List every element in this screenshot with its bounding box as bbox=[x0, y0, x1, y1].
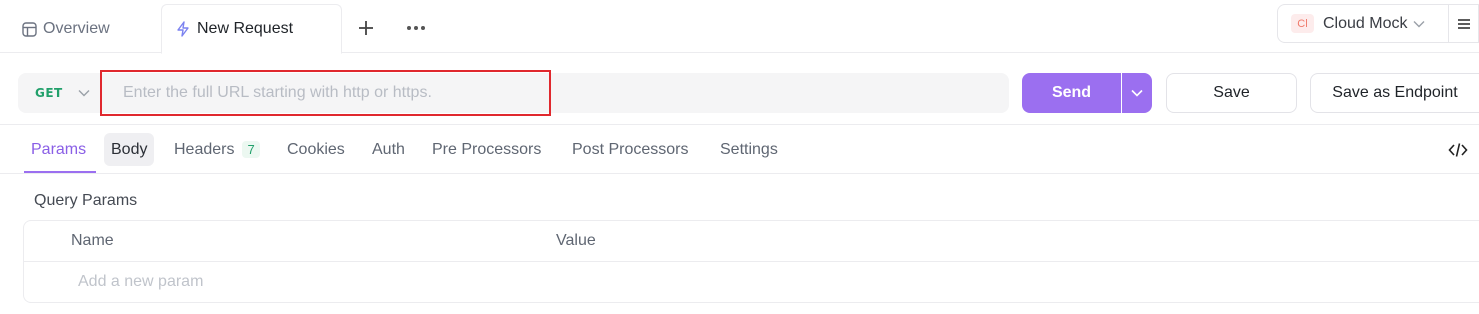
save-button[interactable]: Save bbox=[1166, 73, 1297, 113]
tab-auth[interactable]: Auth bbox=[365, 133, 412, 166]
plus-icon bbox=[359, 21, 373, 35]
tab-headers-label: Headers bbox=[174, 140, 235, 158]
code-icon bbox=[1448, 143, 1468, 157]
tab-body[interactable]: Body bbox=[104, 133, 155, 166]
tab-settings[interactable]: Settings bbox=[713, 133, 785, 166]
chevron-down-icon bbox=[1131, 89, 1143, 97]
request-url-bar: GET Send Save Save as Endpoint bbox=[0, 53, 1479, 125]
send-button[interactable]: Send bbox=[1022, 73, 1121, 113]
headers-count-badge: 7 bbox=[242, 141, 260, 158]
chevron-down-icon bbox=[1413, 15, 1425, 33]
save-as-endpoint-label: Save as Endpoint bbox=[1332, 84, 1458, 101]
table-header: Name Value bbox=[24, 221, 1479, 262]
tab-headers[interactable]: Headers 7 bbox=[167, 133, 267, 166]
environment-selector[interactable]: Cl Cloud Mock bbox=[1277, 4, 1449, 43]
send-label: Send bbox=[1051, 84, 1092, 101]
save-label: Save bbox=[1213, 84, 1250, 101]
method-select[interactable]: GET bbox=[18, 73, 98, 113]
tab-settings-label: Settings bbox=[720, 140, 778, 158]
add-tab-button[interactable] bbox=[352, 14, 380, 42]
lightning-icon bbox=[175, 21, 191, 37]
tab-params[interactable]: Params bbox=[24, 133, 93, 166]
new-param-input[interactable] bbox=[78, 271, 478, 293]
tab-new-request-label: New Request bbox=[197, 20, 294, 37]
environment-badge: Cl bbox=[1291, 14, 1314, 33]
more-tabs-button[interactable] bbox=[402, 14, 430, 42]
chevron-down-icon bbox=[78, 86, 90, 100]
tab-post-processors[interactable]: Post Processors bbox=[565, 133, 695, 166]
menu-button[interactable] bbox=[1449, 4, 1479, 43]
request-subtabs: Params Body Headers 7 Cookies Auth Pre P… bbox=[0, 125, 1479, 174]
tab-pre-processors[interactable]: Pre Processors bbox=[425, 133, 548, 166]
tab-pre-processors-label: Pre Processors bbox=[432, 140, 542, 158]
tab-auth-label: Auth bbox=[372, 140, 405, 158]
tab-params-label: Params bbox=[31, 140, 87, 158]
query-params-title: Query Params bbox=[34, 192, 138, 209]
tab-post-processors-label: Post Processors bbox=[572, 140, 689, 158]
hamburger-icon bbox=[1457, 18, 1470, 29]
generate-code-button[interactable] bbox=[1444, 137, 1472, 163]
ellipsis-icon bbox=[407, 26, 425, 30]
tab-new-request[interactable]: New Request bbox=[161, 4, 342, 54]
column-header-value: Value bbox=[556, 232, 596, 249]
tab-overview[interactable]: Overview bbox=[21, 4, 110, 54]
save-as-endpoint-button[interactable]: Save as Endpoint bbox=[1310, 73, 1479, 113]
tab-cookies[interactable]: Cookies bbox=[280, 133, 352, 166]
tab-cookies-label: Cookies bbox=[287, 140, 345, 158]
environment-name: Cloud Mock bbox=[1323, 14, 1408, 32]
tab-overview-label: Overview bbox=[43, 20, 110, 37]
method-label: GET bbox=[35, 86, 63, 100]
column-header-name: Name bbox=[71, 232, 114, 249]
active-tab-indicator bbox=[24, 171, 96, 173]
tab-bar: Overview New Request Cl Cloud Mock bbox=[0, 0, 1479, 54]
overview-icon bbox=[21, 21, 37, 37]
tab-body-label: Body bbox=[111, 140, 148, 158]
url-input[interactable] bbox=[100, 70, 551, 116]
query-params-table: Name Value bbox=[23, 220, 1479, 303]
send-options-button[interactable] bbox=[1122, 73, 1152, 113]
